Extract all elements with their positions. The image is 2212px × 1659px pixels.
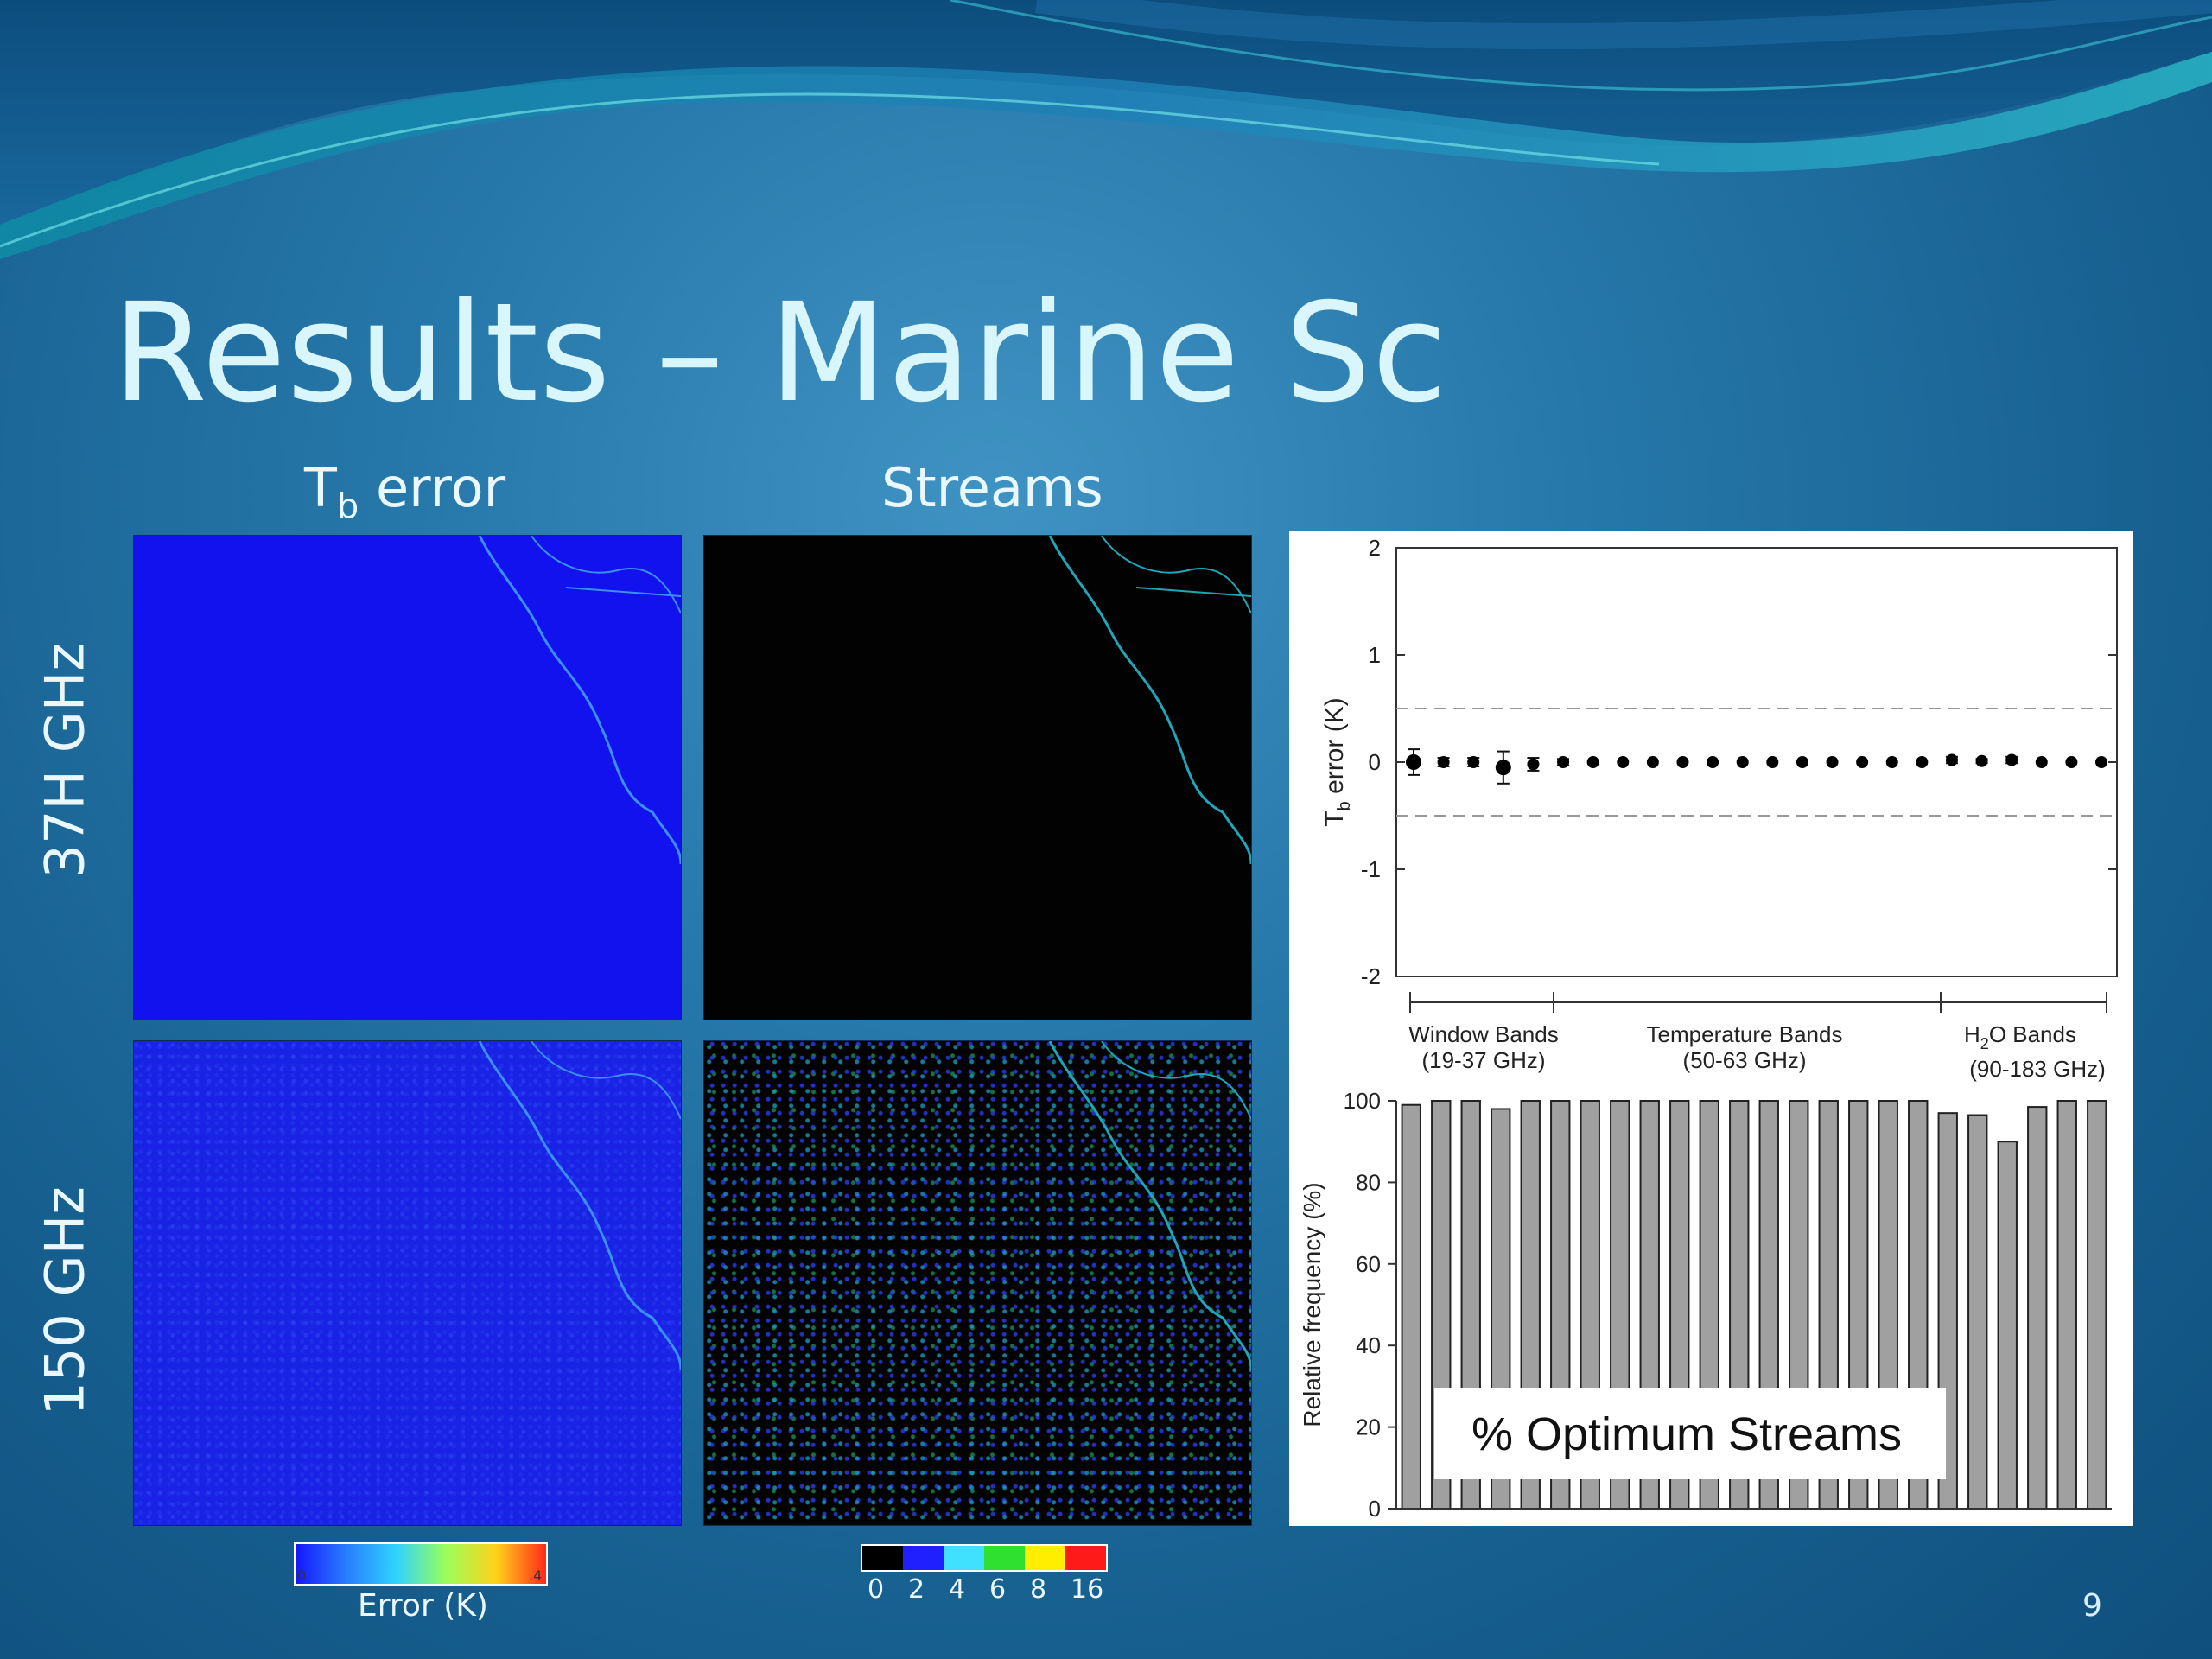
data-point bbox=[1826, 756, 1839, 768]
coastline-overlay bbox=[478, 536, 681, 865]
data-point bbox=[1467, 756, 1480, 768]
y-tick-label: 60 bbox=[1356, 1251, 1381, 1277]
streams-header: Streams bbox=[881, 456, 1103, 519]
streams-colorbar-tick: 8 bbox=[1030, 1574, 1047, 1605]
data-point bbox=[2095, 756, 2107, 768]
band-group-name-rest: O Bands bbox=[1989, 1021, 2076, 1047]
streams-colorbar-segment bbox=[1065, 1546, 1106, 1570]
tb-error-header-main: T bbox=[304, 456, 337, 519]
band-group-name: Temperature Bands bbox=[1647, 1021, 1843, 1047]
tb-error-and-frequency-charts: 2 1 0 -1 -2 Tb error (K) Window Bands(19-37 GH… bbox=[1299, 535, 2118, 1522]
data-point bbox=[1527, 758, 1540, 771]
data-point bbox=[2065, 756, 2078, 768]
streams-colorbar-segment bbox=[944, 1546, 984, 1570]
band-group-name: Window Bands bbox=[1408, 1021, 1558, 1047]
coastline-overlay bbox=[1048, 1041, 1251, 1370]
y-axis-label: Relative frequency (%) bbox=[1299, 1182, 1325, 1427]
band-group-range: (19-37 GHz) bbox=[1421, 1047, 1545, 1073]
streams-colorbar-segment bbox=[903, 1546, 944, 1570]
streams-colorbar-tick: 4 bbox=[949, 1574, 966, 1605]
streams-colorbar-segment bbox=[984, 1546, 1025, 1570]
y-tick-label: 20 bbox=[1356, 1414, 1381, 1440]
band-group-name-sub: 2 bbox=[1980, 1035, 1989, 1052]
y-tick-label: -2 bbox=[1361, 963, 1381, 989]
y-tick-label: 0 bbox=[1369, 1496, 1381, 1522]
y-tick-label: -1 bbox=[1361, 856, 1381, 882]
streams-colorbar-tick: 2 bbox=[908, 1574, 925, 1605]
streams-colorbar-tick: 6 bbox=[989, 1574, 1007, 1605]
data-point bbox=[1856, 756, 1869, 768]
band-group-range: (50-63 GHz) bbox=[1682, 1047, 1806, 1073]
streams-colorbar-tick: 0 bbox=[868, 1574, 885, 1605]
error-colorbar-min: 0 bbox=[297, 1567, 307, 1584]
header-wave bbox=[0, 0, 2212, 259]
row-label-37h: 37H GHz bbox=[33, 643, 97, 879]
coastline-overlay bbox=[1048, 536, 1251, 865]
streams-colorbar-tick: 16 bbox=[1071, 1574, 1104, 1605]
tb-error-header-sub: b bbox=[336, 486, 359, 527]
streams-colorbar bbox=[861, 1544, 1108, 1572]
data-point bbox=[1707, 756, 1719, 768]
y-tick-label: 0 bbox=[1369, 749, 1381, 775]
y-axis-label: Tb error (K) bbox=[1320, 697, 1354, 826]
y-axis-label-main: T bbox=[1320, 810, 1349, 826]
frequency-bar bbox=[1967, 1114, 1988, 1510]
data-point bbox=[1676, 756, 1689, 768]
frequency-bar bbox=[2087, 1100, 2107, 1510]
tb-error-chart: 2 1 0 -1 -2 Tb error (K) Window Bands(19-37 GH… bbox=[1320, 535, 2118, 1082]
band-group-name: H2O Bands bbox=[1964, 1021, 2076, 1052]
data-point bbox=[1885, 756, 1898, 768]
tb-error-header-rest: error bbox=[359, 456, 506, 519]
y-tick-label: 2 bbox=[1369, 535, 1381, 561]
frequency-bar bbox=[2027, 1106, 2048, 1510]
frequency-bar bbox=[1997, 1141, 2018, 1510]
frequency-bar bbox=[2056, 1100, 2077, 1510]
data-point bbox=[1646, 756, 1659, 768]
y-tick-label: 1 bbox=[1369, 642, 1381, 668]
slide-title: Results – Marine Sc bbox=[112, 274, 1448, 433]
data-point bbox=[1796, 756, 1808, 768]
data-point bbox=[1586, 756, 1599, 768]
optimum-streams-annotation: % Optimum Streams bbox=[1471, 1408, 1902, 1460]
error-colorbar bbox=[294, 1542, 548, 1586]
y-tick-label: 40 bbox=[1356, 1332, 1381, 1358]
y-axis-label-sub: b bbox=[1335, 801, 1354, 810]
row-label-150: 150 GHz bbox=[33, 1186, 97, 1416]
page-number: 9 bbox=[2082, 1588, 2102, 1624]
optimum-streams-chart: 100 80 60 40 20 0 Relative frequency (%) % Opti… bbox=[1299, 1088, 2112, 1522]
band-group-range: (90-183 GHz) bbox=[1969, 1056, 2106, 1082]
y-tick-label: 80 bbox=[1356, 1169, 1381, 1195]
data-point bbox=[1736, 756, 1749, 768]
data-point bbox=[1975, 754, 1988, 767]
map-37h-streams bbox=[704, 536, 1251, 1020]
coastline-overlay bbox=[478, 1041, 681, 1370]
data-point bbox=[1557, 756, 1570, 768]
data-point bbox=[1617, 756, 1630, 768]
y-tick-label: 100 bbox=[1344, 1088, 1381, 1114]
streams-colorbar-segment bbox=[862, 1546, 903, 1570]
data-point bbox=[1406, 754, 1421, 770]
frequency-bar bbox=[1401, 1103, 1421, 1510]
map-150-tb-error bbox=[134, 1041, 681, 1525]
data-point bbox=[1916, 756, 1929, 768]
tb-error-header: Tb error bbox=[304, 456, 505, 526]
streams-colorbar-segment bbox=[1025, 1546, 1065, 1570]
data-point bbox=[1437, 756, 1450, 768]
error-colorbar-label: Error (K) bbox=[358, 1588, 488, 1624]
data-point bbox=[2005, 753, 2018, 766]
data-point bbox=[2035, 756, 2048, 768]
map-150-streams bbox=[704, 1041, 1251, 1525]
data-point bbox=[1495, 760, 1511, 776]
error-colorbar-max: .4 bbox=[529, 1567, 543, 1584]
map-37h-tb-error bbox=[134, 536, 681, 1020]
data-point bbox=[1766, 756, 1779, 768]
band-group-name-main: H bbox=[1964, 1021, 1980, 1047]
chart-panel: 2 1 0 -1 -2 Tb error (K) Window Bands (19-37 GH… bbox=[1289, 531, 2133, 1526]
y-axis-label-rest: error (K) bbox=[1320, 697, 1349, 801]
data-point bbox=[1945, 753, 1958, 766]
